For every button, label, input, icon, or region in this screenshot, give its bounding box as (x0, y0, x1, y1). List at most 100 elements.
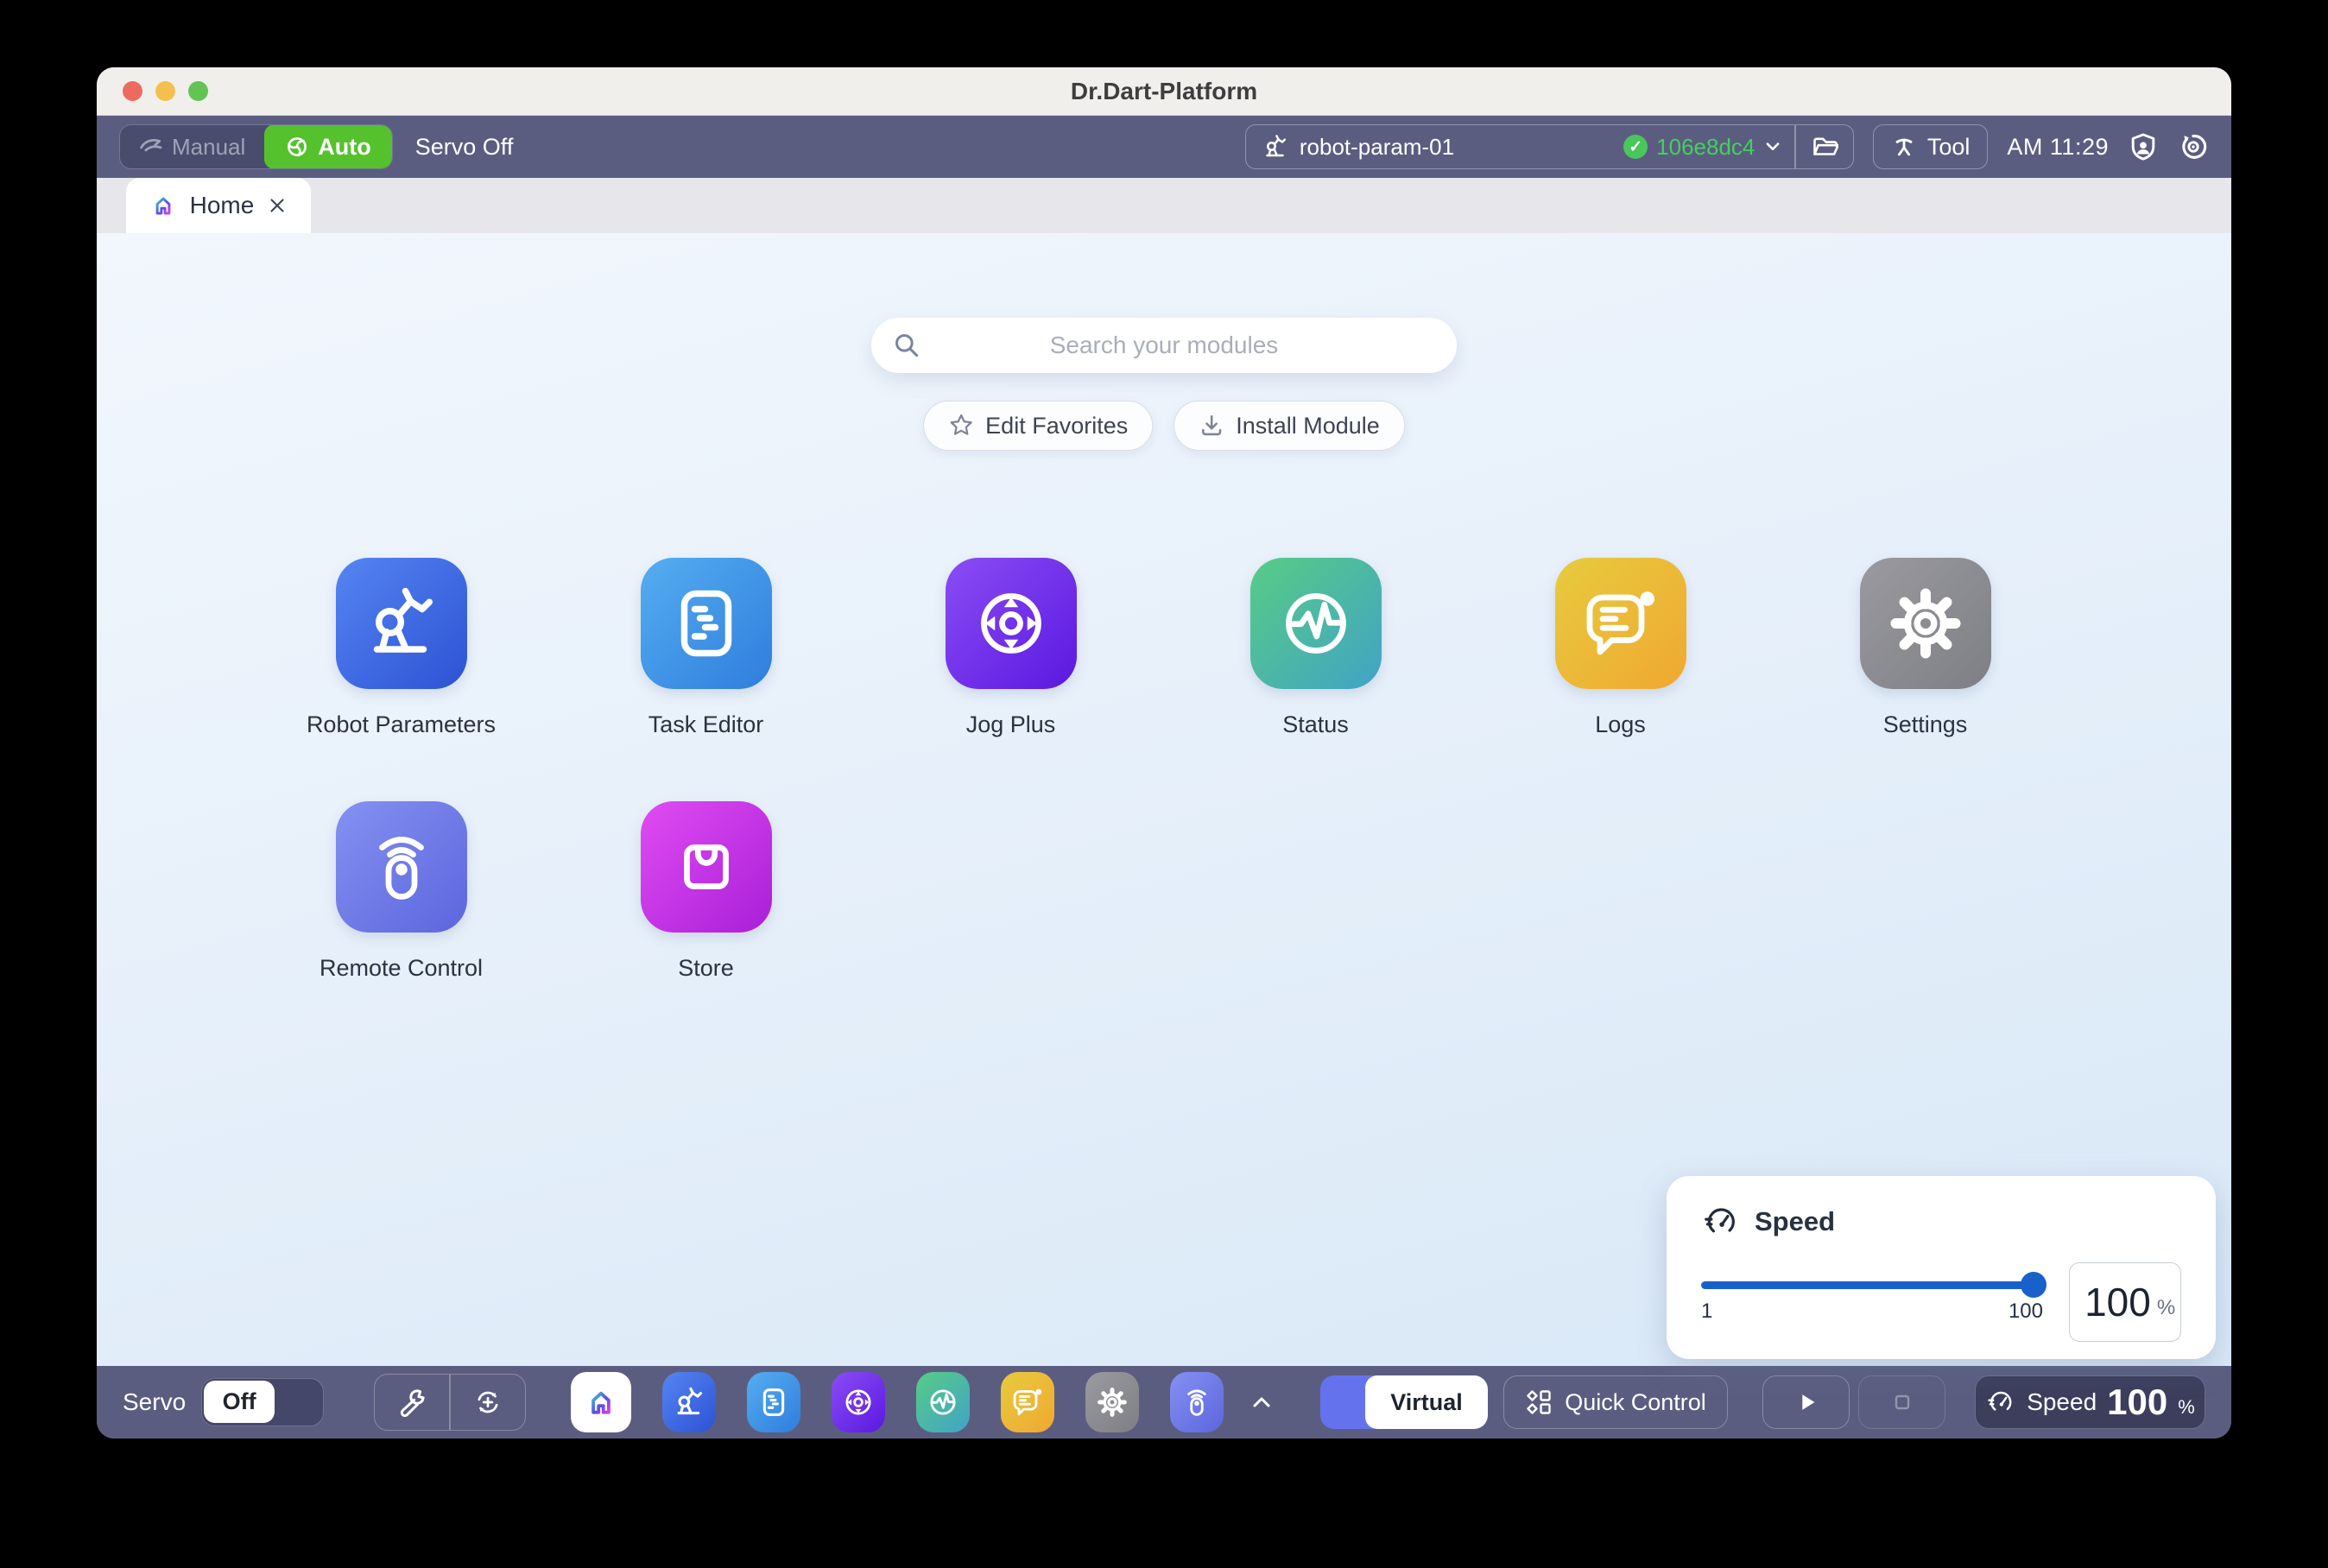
chevron-down-icon[interactable] (1763, 137, 1782, 156)
mode-segmented-control: Manual Auto (119, 124, 393, 169)
module-label: Jog Plus (966, 711, 1056, 738)
zoom-window-button[interactable] (188, 81, 208, 101)
robot-arm-icon (360, 582, 443, 665)
stop-icon (1889, 1389, 1915, 1415)
module-label: Robot Parameters (307, 711, 496, 738)
module-robot-parameters[interactable]: Robot Parameters (249, 558, 554, 738)
edit-favorites-button[interactable]: Edit Favorites (923, 401, 1153, 451)
pulse-icon (1275, 582, 1357, 665)
edit-favorites-label: Edit Favorites (985, 413, 1128, 439)
quick-control-icon (1525, 1388, 1553, 1416)
mode-manual-button[interactable]: Manual (120, 134, 264, 161)
dock-robot-parameters-button[interactable] (662, 1372, 716, 1432)
tool-button-group (374, 1374, 526, 1431)
home-screen: Edit Favorites Install Module Robot Para… (97, 233, 2231, 1366)
sync-plus-button[interactable] (451, 1375, 525, 1430)
dock-collapse-chevron-icon[interactable] (1248, 1388, 1275, 1416)
gear-icon (1884, 582, 1967, 665)
jog-plus-tile[interactable] (946, 558, 1077, 689)
stop-button[interactable] (1858, 1375, 1945, 1429)
servo-status-label: Servo Off (415, 134, 514, 161)
settings-tile[interactable] (1860, 558, 1991, 689)
auto-swirl-icon (285, 135, 309, 159)
store-tile[interactable] (641, 801, 772, 933)
star-icon (948, 413, 974, 439)
close-tab-icon[interactable] (266, 194, 288, 217)
dock-home-button[interactable] (571, 1372, 631, 1432)
robot-parameters-tile[interactable] (336, 558, 467, 689)
speed-panel: Speed 1 100 % (1667, 1176, 2216, 1359)
module-remote-control[interactable]: Remote Control (249, 801, 554, 982)
module-store[interactable]: Store (554, 801, 858, 982)
mode-manual-label: Manual (172, 134, 245, 161)
logs-tile[interactable] (1555, 558, 1686, 689)
servo-toggle-knob[interactable]: Off (204, 1381, 275, 1423)
status-tile[interactable] (1250, 558, 1382, 689)
virtual-mode-label[interactable]: Virtual (1365, 1375, 1488, 1429)
speed-indicator-label: Speed (2027, 1388, 2097, 1416)
minimize-window-button[interactable] (155, 81, 175, 101)
task-document-icon (756, 1385, 791, 1419)
servo-toggle[interactable]: Off (201, 1378, 324, 1426)
wrench-icon (397, 1388, 427, 1417)
remote-control-tile[interactable] (336, 801, 467, 933)
speed-unit-label: % (2157, 1284, 2175, 1320)
module-settings[interactable]: Settings (1773, 558, 2078, 738)
open-file-button[interactable] (1796, 125, 1853, 168)
module-grid-row-2: Remote Control Store (249, 801, 858, 982)
gauge-icon (1701, 1202, 1741, 1242)
slider-max-label: 100 (2009, 1299, 2043, 1324)
dock-status-button[interactable] (916, 1372, 970, 1432)
module-logs[interactable]: Logs (1468, 558, 1773, 738)
wrench-button[interactable] (375, 1375, 449, 1430)
shopping-bag-icon (665, 825, 748, 908)
user-shield-icon[interactable] (2128, 131, 2159, 162)
mode-auto-button[interactable]: Auto (264, 124, 391, 169)
module-grid-row-1: Robot Parameters Task Editor Jog Plus St… (249, 558, 2078, 738)
gear-icon (1095, 1385, 1129, 1419)
robot-arm-icon (672, 1385, 706, 1419)
slider-min-label: 1 (1701, 1299, 1712, 1324)
module-label: Task Editor (648, 711, 764, 738)
home-actions: Edit Favorites Install Module (923, 401, 1405, 451)
module-status[interactable]: Status (1163, 558, 1468, 738)
module-dock (571, 1372, 1224, 1432)
clock-label: AM 11:29 (2007, 134, 2109, 161)
slider-thumb[interactable] (2021, 1272, 2046, 1298)
dock-settings-button[interactable] (1085, 1372, 1139, 1432)
macos-titlebar: Dr.Dart-Platform (97, 67, 2231, 116)
speed-slider-row: 1 100 % (1701, 1262, 2181, 1342)
dock-jog-plus-button[interactable] (832, 1372, 885, 1432)
top-toolbar: Manual Auto Servo Off robot-param-01 ✓ 1… (97, 116, 2231, 178)
install-module-label: Install Module (1236, 413, 1380, 439)
dock-remote-control-button[interactable] (1170, 1372, 1224, 1432)
speed-slider[interactable]: 1 100 (1701, 1281, 2043, 1324)
install-module-button[interactable]: Install Module (1173, 401, 1405, 451)
dock-task-editor-button[interactable] (747, 1372, 800, 1432)
close-window-button[interactable] (123, 81, 142, 101)
jog-pad-icon (970, 582, 1053, 665)
connected-check-icon: ✓ (1623, 135, 1648, 159)
play-icon (1793, 1389, 1819, 1415)
quick-control-button[interactable]: Quick Control (1503, 1375, 1728, 1429)
module-jog-plus[interactable]: Jog Plus (858, 558, 1163, 738)
virtual-mode-toggle[interactable]: Virtual (1320, 1375, 1488, 1429)
play-button[interactable] (1762, 1375, 1850, 1429)
slider-scale: 1 100 (1701, 1299, 2043, 1324)
remote-icon (360, 825, 443, 908)
sync-plus-icon (473, 1388, 503, 1417)
speed-indicator-button[interactable]: Speed 100 % (1975, 1375, 2205, 1429)
dock-logs-button[interactable] (1001, 1372, 1054, 1432)
module-task-editor[interactable]: Task Editor (554, 558, 858, 738)
tab-home[interactable]: Home (126, 178, 311, 233)
speed-panel-header: Speed (1701, 1202, 2181, 1242)
task-editor-tile[interactable] (641, 558, 772, 689)
slider-track[interactable] (1701, 1281, 2043, 1289)
window-title: Dr.Dart-Platform (1071, 78, 1257, 105)
recovery-timer-icon[interactable] (2178, 131, 2209, 162)
remote-icon (1180, 1385, 1214, 1419)
robot-selector[interactable]: robot-param-01 ✓ 106e8dc4 (1245, 124, 1854, 169)
search-input[interactable] (871, 318, 1457, 373)
speed-value-input[interactable] (2075, 1279, 2151, 1325)
tool-button[interactable]: Tool (1873, 124, 1989, 169)
